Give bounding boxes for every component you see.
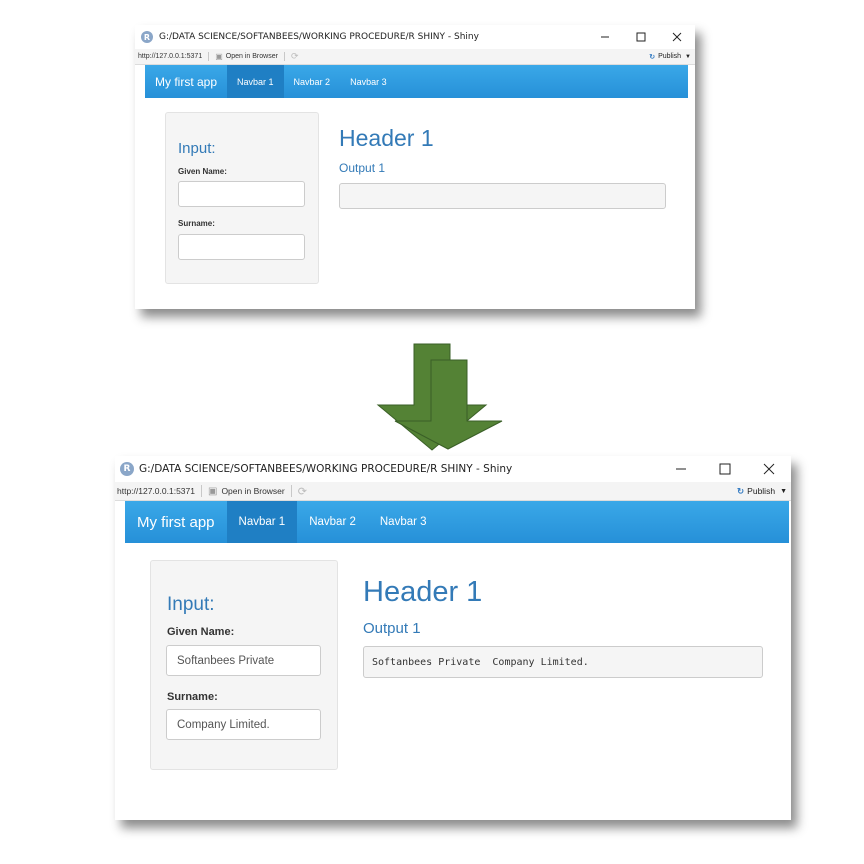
chevron-down-icon: ▼	[685, 53, 691, 60]
close-icon[interactable]	[747, 456, 791, 482]
output-label: Output 1	[363, 620, 421, 637]
refresh-icon[interactable]: ⟳	[291, 51, 299, 62]
address-bar: http://127.0.0.1:5371 ▣ Open in Browser …	[115, 482, 791, 501]
maximize-icon[interactable]	[623, 25, 659, 49]
window-controls	[587, 25, 695, 49]
given-name-field[interactable]	[178, 181, 305, 207]
publish-button[interactable]: ↻ Publish ▼	[737, 486, 787, 497]
open-in-browser-button[interactable]: Open in Browser	[226, 53, 278, 60]
r-logo: R	[120, 462, 134, 476]
output-box: Softanbees Private Company Limited.	[363, 646, 763, 678]
given-name-label: Given Name:	[178, 167, 227, 176]
publish-label: Publish	[658, 53, 682, 60]
window-title: G:/DATA SCIENCE/SOFTANBEES/WORKING PROCE…	[139, 463, 513, 475]
maximize-icon[interactable]	[703, 456, 747, 482]
publish-icon: ↻	[649, 53, 656, 61]
title-bar: R G:/DATA SCIENCE/SOFTANBEES/WORKING PRO…	[115, 456, 791, 482]
given-name-field[interactable]: Softanbees Private	[166, 645, 321, 676]
publish-label: Publish	[747, 486, 776, 496]
given-name-label: Given Name:	[167, 626, 235, 638]
navbar-brand[interactable]: My first app	[125, 501, 227, 543]
tab-navbar-2[interactable]: Navbar 2	[284, 65, 341, 98]
url-text[interactable]: http://127.0.0.1:5371	[138, 53, 202, 60]
surname-label: Surname:	[167, 691, 218, 703]
url-text[interactable]: http://127.0.0.1:5371	[117, 486, 195, 496]
surname-field[interactable]	[178, 234, 305, 260]
open-browser-icon: ▣	[215, 52, 223, 61]
navbar: My first app Navbar 1 Navbar 2 Navbar 3	[145, 65, 688, 98]
header-1: Header 1	[363, 576, 483, 608]
output-box	[339, 183, 666, 209]
shiny-window-after: R G:/DATA SCIENCE/SOFTANBEES/WORKING PRO…	[115, 456, 791, 820]
minimize-icon[interactable]	[659, 456, 703, 482]
close-icon[interactable]	[659, 25, 695, 49]
header-1: Header 1	[339, 125, 434, 151]
refresh-icon[interactable]: ⟳	[298, 485, 307, 498]
open-in-browser-button[interactable]: Open in Browser	[221, 486, 284, 496]
chevron-down-icon: ▼	[780, 487, 787, 495]
tab-navbar-2[interactable]: Navbar 2	[297, 501, 368, 543]
tab-navbar-1[interactable]: Navbar 1	[226, 501, 298, 543]
tab-navbar-3[interactable]: Navbar 3	[368, 501, 439, 543]
r-logo: R	[141, 31, 153, 43]
publish-button[interactable]: ↻ Publish ▼	[649, 53, 691, 61]
input-panel-title: Input:	[167, 594, 215, 615]
minimize-icon[interactable]	[587, 25, 623, 49]
open-browser-icon: ▣	[207, 485, 218, 497]
tab-navbar-1[interactable]: Navbar 1	[227, 65, 284, 98]
navbar-brand[interactable]: My first app	[145, 65, 227, 98]
title-bar: R G:/DATA SCIENCE/SOFTANBEES/WORKING PRO…	[135, 25, 695, 49]
navbar: My first app Navbar 1 Navbar 2 Navbar 3	[125, 501, 789, 543]
surname-field[interactable]: Company Limited.	[166, 709, 321, 740]
address-bar: http://127.0.0.1:5371 ▣ Open in Browser …	[135, 49, 695, 65]
output-label: Output 1	[339, 161, 386, 175]
input-panel-title: Input:	[178, 140, 216, 157]
shiny-window-before: R G:/DATA SCIENCE/SOFTANBEES/WORKING PRO…	[135, 25, 695, 309]
window-controls	[659, 456, 791, 482]
surname-label: Surname:	[178, 219, 215, 228]
publish-icon: ↻	[737, 485, 745, 496]
tab-navbar-3[interactable]: Navbar 3	[340, 65, 397, 98]
window-title: G:/DATA SCIENCE/SOFTANBEES/WORKING PROCE…	[159, 32, 479, 42]
